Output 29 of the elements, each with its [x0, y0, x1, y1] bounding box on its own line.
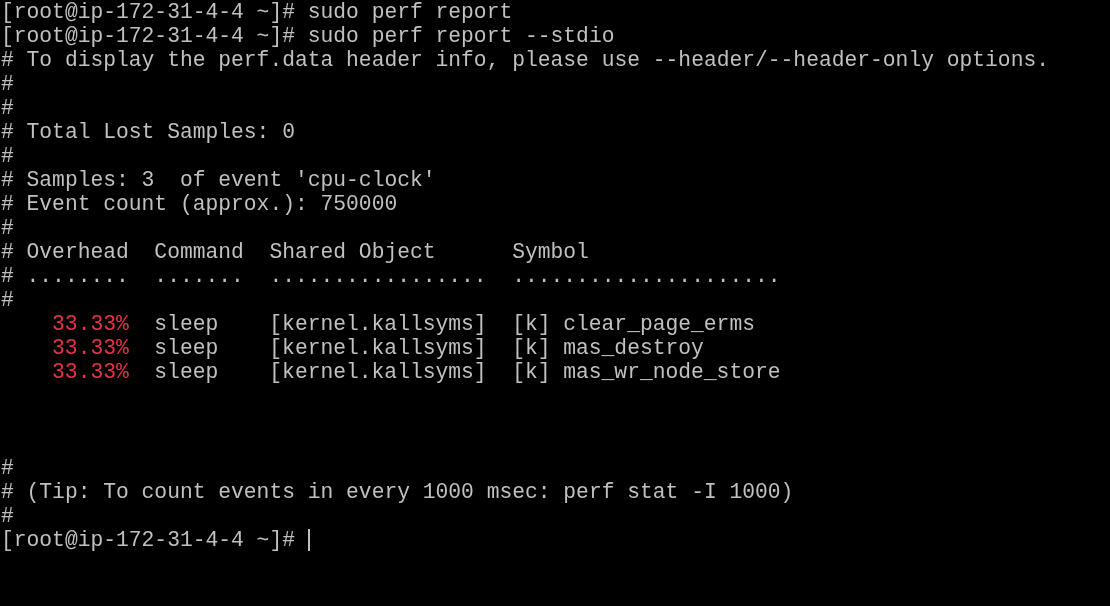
overhead-cell: 33.33%	[52, 312, 129, 336]
output-line: #	[1, 456, 14, 480]
output-line: # Overhead Command Shared Object Symbol	[1, 240, 589, 264]
output-line: #	[1, 216, 14, 240]
overhead-cell: 33.33%	[52, 336, 129, 360]
output-line: #	[1, 504, 14, 528]
output-line: # Event count (approx.): 750000	[1, 192, 398, 216]
shared-object-cell: [kernel.kallsyms]	[269, 312, 487, 336]
shell-prompt: [root@ip-172-31-4-4 ~]#	[1, 528, 295, 552]
symbol-cell: [k] clear_page_erms	[512, 312, 755, 336]
shared-object-cell: [kernel.kallsyms]	[269, 360, 487, 384]
output-line: # ........ ....... ................. .....................	[1, 264, 781, 288]
command-cell: sleep	[154, 360, 219, 384]
command-cell: sleep	[154, 336, 219, 360]
output-line: [root@ip-172-31-4-4 ~]# sudo perf report --stdio	[1, 24, 615, 48]
output-line: #	[1, 144, 14, 168]
symbol-cell: [k] mas_wr_node_store	[512, 360, 781, 384]
output-line: # To display the perf.data header info, please use --header/--header-only options.	[1, 48, 1049, 72]
symbol-cell: [k] mas_destroy	[512, 336, 704, 360]
overhead-cell: 33.33%	[52, 360, 129, 384]
output-line: # (Tip: To count events in every 1000 msec: perf stat -I 1000)	[1, 480, 794, 504]
output-line: #	[1, 96, 14, 120]
output-line: # Samples: 3 of event 'cpu-clock'	[1, 168, 436, 192]
output-line: [root@ip-172-31-4-4 ~]# sudo perf report	[1, 0, 513, 24]
shared-object-cell: [kernel.kallsyms]	[269, 336, 487, 360]
command-cell: sleep	[154, 312, 219, 336]
output-line: # Total Lost Samples: 0	[1, 120, 295, 144]
output-line: #	[1, 288, 14, 312]
output-line: #	[1, 72, 14, 96]
